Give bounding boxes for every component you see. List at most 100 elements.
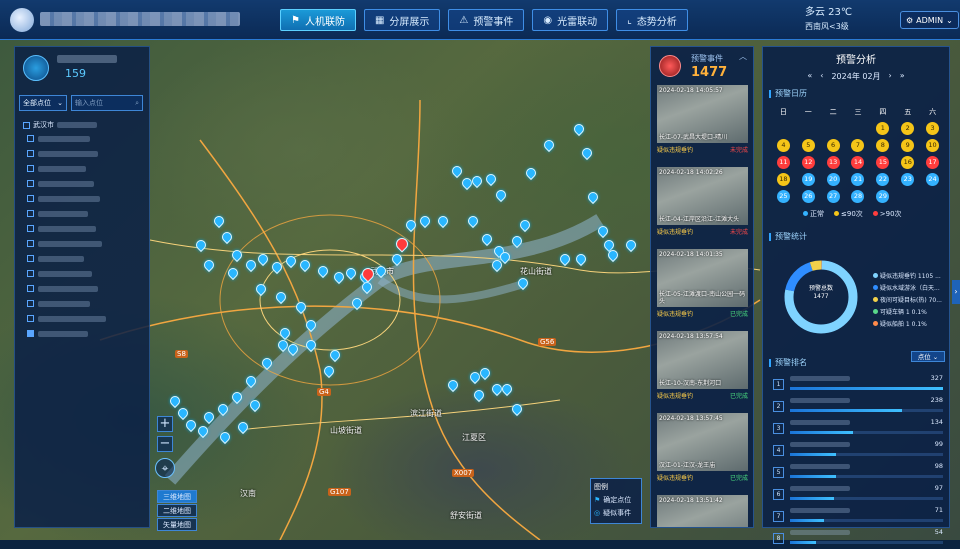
calendar-day[interactable]: 19 [801, 173, 815, 186]
rank-row[interactable]: 4 99 [773, 439, 943, 461]
tree-checkbox[interactable] [27, 165, 34, 172]
calendar-day[interactable]: 20 [826, 173, 840, 186]
event-card[interactable]: 2024-02-18 13:57:54 长江-10-汉南-东荆河口 疑似违规垂钓 已完… [657, 331, 748, 407]
tree-checkbox[interactable] [27, 300, 34, 307]
tree-checkbox[interactable] [27, 195, 34, 202]
calendar-day[interactable]: 2 [901, 122, 915, 135]
weekday-label: 一 [804, 108, 812, 116]
tab-situation[interactable]: ⌞ 态势分析 [616, 9, 688, 31]
calendar-day[interactable]: 13 [826, 156, 840, 169]
tree-item[interactable] [23, 251, 147, 266]
events-title: 预警事件 [691, 54, 723, 63]
calendar-day[interactable]: 21 [851, 173, 865, 186]
prev-year-button[interactable]: « [807, 71, 812, 82]
tree-checkbox[interactable] [27, 270, 34, 277]
calendar-day[interactable]: 9 [901, 139, 915, 152]
tree-item[interactable] [23, 311, 147, 326]
tree-item[interactable] [23, 236, 147, 251]
tree-checkbox[interactable] [23, 121, 30, 129]
tab-manmachine[interactable]: ⚑ 人机联防 [280, 9, 356, 31]
rank-row[interactable]: 2 238 [773, 395, 943, 417]
calendar-day[interactable]: 22 [876, 173, 890, 186]
chevron-up-icon[interactable]: ︿ [739, 51, 747, 62]
tree-checkbox[interactable] [27, 135, 34, 142]
calendar-day[interactable]: 25 [776, 190, 790, 203]
map-type-vector[interactable]: 矢量地图 [157, 518, 197, 531]
weekday-label: 五 [904, 108, 912, 116]
calendar-day[interactable]: 26 [801, 190, 815, 203]
event-card[interactable]: 2024-02-18 14:05:57 长江-07-武昌大堤口-晴川 疑似违规垂钓 未… [657, 85, 748, 161]
tree-checkbox[interactable] [27, 285, 34, 292]
map-type-2d[interactable]: 二维地图 [157, 504, 197, 517]
point-filter-select[interactable]: 全部点位 ⌄ [19, 95, 67, 111]
calendar-day[interactable]: 6 [826, 139, 840, 152]
tree-item[interactable] [23, 161, 147, 176]
tab-alerts[interactable]: ⚠ 预警事件 [448, 9, 525, 31]
calendar-day[interactable]: 29 [876, 190, 890, 203]
tree-item[interactable] [23, 146, 147, 161]
calendar-day[interactable]: 23 [901, 173, 915, 186]
prev-month-button[interactable]: ‹ [820, 71, 823, 82]
rank-row[interactable]: 1 327 [773, 373, 943, 395]
site-panel: 159 全部点位 ⌄ 输入点位 ⌕ 武汉市 [14, 46, 150, 528]
calendar-day[interactable]: 16 [901, 156, 915, 169]
calendar-day[interactable]: 24 [926, 173, 940, 186]
event-card[interactable]: 2024-02-18 13:57:45 汉江-01-江汉-龙王庙 疑似违规垂钓 已完成 [657, 413, 748, 489]
rank-row[interactable]: 6 97 [773, 483, 943, 505]
rank-row[interactable]: 8 54 [773, 527, 943, 549]
tree-item[interactable] [23, 131, 147, 146]
calendar-day[interactable]: 28 [851, 190, 865, 203]
tree-checkbox[interactable] [27, 315, 34, 322]
map-type-3d[interactable]: 三维地图 [157, 490, 197, 503]
calendar-day[interactable]: 10 [926, 139, 940, 152]
locate-icon[interactable]: ⌖ [155, 458, 175, 478]
tree-root[interactable]: 武汉市 [23, 119, 147, 131]
user-menu[interactable]: ⚙ ADMIN ⌄ [900, 11, 959, 29]
tab-radar[interactable]: ◉ 光雷联动 [532, 9, 609, 31]
tree-checkbox[interactable] [27, 210, 34, 217]
calendar-day[interactable]: 12 [801, 156, 815, 169]
next-month-button[interactable]: › [889, 71, 892, 82]
calendar-day[interactable]: 7 [851, 139, 865, 152]
next-year-button[interactable]: » [900, 71, 905, 82]
calendar-day[interactable]: 18 [776, 173, 790, 186]
tree-item[interactable] [23, 281, 147, 296]
tree-item[interactable] [23, 296, 147, 311]
zoom-out-button[interactable]: − [157, 436, 173, 452]
tree-item[interactable] [23, 191, 147, 206]
tree-checkbox[interactable] [27, 330, 34, 337]
calendar-day[interactable]: 14 [851, 156, 865, 169]
calendar-day[interactable]: 11 [776, 156, 790, 169]
calendar-day[interactable]: 8 [876, 139, 890, 152]
event-card[interactable]: 2024-02-18 14:02:26 长江-04-江岸区沿江-江滩大头 疑似违规垂… [657, 167, 748, 243]
expand-panel-button[interactable]: › [952, 280, 960, 304]
tree-item[interactable] [23, 266, 147, 281]
tree-item[interactable] [23, 176, 147, 191]
tab-splitscreen[interactable]: ▦ 分屏展示 [363, 9, 441, 31]
calendar-day[interactable]: 3 [926, 122, 940, 135]
tree-item[interactable] [23, 221, 147, 236]
tree-checkbox[interactable] [27, 255, 34, 262]
rank-row[interactable]: 7 71 [773, 505, 943, 527]
calendar-day[interactable]: 17 [926, 156, 940, 169]
event-card[interactable]: 2024-02-18 13:51:42 [657, 495, 748, 527]
calendar-day[interactable]: 1 [876, 122, 890, 135]
rank-row[interactable]: 3 134 [773, 417, 943, 439]
calendar-day[interactable]: 27 [826, 190, 840, 203]
tree-item[interactable] [23, 326, 147, 341]
calendar-day[interactable]: 4 [776, 139, 790, 152]
calendar-day[interactable]: 5 [801, 139, 815, 152]
tree-checkbox[interactable] [27, 150, 34, 157]
tree-item[interactable] [23, 206, 147, 221]
rank-type-select[interactable]: 点位 ⌄ [911, 351, 945, 362]
tree-checkbox[interactable] [27, 225, 34, 232]
zoom-in-button[interactable]: + [157, 416, 173, 432]
rank-label-blurred [790, 420, 850, 425]
event-card[interactable]: 2024-02-18 14:01:35 长江-05-江滩渡口-南山公园一码头 疑似违… [657, 249, 748, 325]
tree-checkbox[interactable] [27, 240, 34, 247]
tree-checkbox[interactable] [27, 180, 34, 187]
rank-row[interactable]: 5 98 [773, 461, 943, 483]
calendar-day[interactable]: 15 [876, 156, 890, 169]
rank-bar [790, 387, 943, 390]
point-search-input[interactable]: 输入点位 ⌕ [71, 95, 143, 111]
